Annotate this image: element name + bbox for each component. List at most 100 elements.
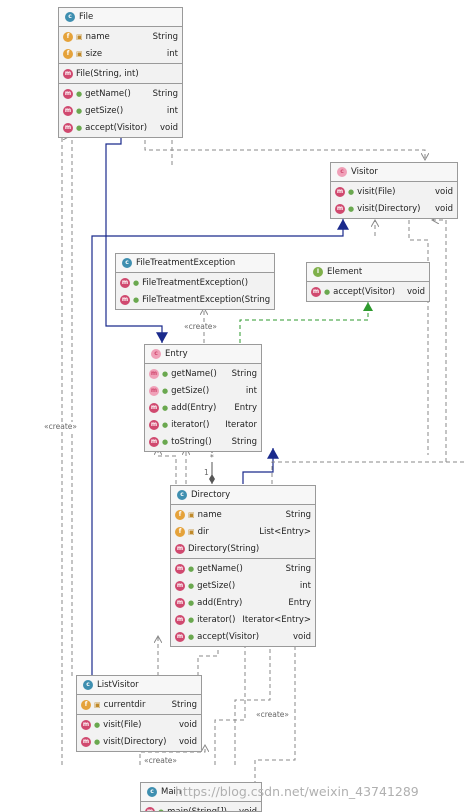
abstract-class-icon: c	[151, 349, 161, 359]
constructor-name: File(String, int)	[76, 66, 178, 82]
method-name: visit(Directory)	[357, 201, 428, 217]
public-icon: ●	[188, 595, 194, 611]
directory-fields: f▣nameString f▣dirList<Entry> mDirectory…	[171, 505, 315, 559]
method-icon: m	[175, 615, 185, 625]
method-type: String	[286, 561, 311, 577]
method-icon: m	[175, 632, 185, 642]
field-row: f▣currentdir String	[77, 696, 201, 713]
field-row: f▣nameString	[59, 28, 182, 45]
private-lock-icon: ▣	[188, 507, 195, 523]
constructor-row: mDirectory(String)	[171, 540, 315, 557]
public-icon: ●	[324, 284, 330, 300]
field-row: f▣dirList<Entry>	[171, 523, 315, 540]
create-label: «create»	[184, 322, 217, 331]
method-type: Entry	[234, 400, 257, 416]
public-icon: ●	[162, 383, 168, 399]
method-type: void	[435, 201, 453, 217]
fte-constructors: m●FileTreatmentException() m●FileTreatme…	[116, 273, 274, 309]
entry-methods: m●getName()String m●getSize()int m●add(E…	[145, 364, 261, 451]
class-directory[interactable]: c Directory f▣nameString f▣dirList<Entry…	[170, 485, 316, 647]
method-icon: m	[145, 807, 155, 812]
method-name: accept(Visitor)	[333, 284, 400, 300]
field-icon: f	[81, 700, 91, 710]
multiplicity-one: 1	[204, 468, 209, 477]
method-icon: m	[175, 581, 185, 591]
private-lock-icon: ▣	[94, 697, 101, 713]
public-icon: ●	[158, 804, 164, 812]
method-name: iterator()	[197, 612, 235, 628]
method-type: void	[179, 734, 197, 750]
class-visitor[interactable]: c Visitor m●visit(File)void m●visit(Dire…	[330, 162, 458, 219]
list-visitor-methods: m●visit(File)void m●visit(Directory)void	[77, 715, 201, 751]
field-type: List<Entry>	[259, 524, 311, 540]
list-visitor-fields: f▣currentdir String	[77, 695, 201, 715]
method-type: Entry	[288, 595, 311, 611]
private-lock-icon: ▣	[76, 46, 83, 62]
method-type: String	[153, 86, 178, 102]
constructor-row: m●FileTreatmentException(String)	[116, 291, 274, 308]
public-icon: ●	[162, 366, 168, 382]
class-entry-name: Entry	[165, 346, 188, 362]
main-methods: m●main(String[]) void	[141, 802, 261, 812]
class-entry[interactable]: c Entry m●getName()String m●getSize()int…	[144, 344, 262, 452]
method-type: String	[232, 366, 257, 382]
field-type: String	[286, 507, 311, 523]
method-type: void	[239, 804, 257, 812]
field-icon: f	[175, 527, 185, 537]
public-icon: ●	[188, 612, 194, 628]
interface-icon: I	[313, 267, 323, 277]
method-icon: m	[175, 564, 185, 574]
constructor-name: FileTreatmentException(String)	[142, 292, 270, 308]
abstract-method-icon: m	[149, 386, 159, 396]
class-fte-header: c FileTreatmentException	[116, 254, 274, 273]
class-file-treatment-exception[interactable]: c FileTreatmentException m●FileTreatment…	[115, 253, 275, 310]
public-icon: ●	[162, 434, 168, 450]
class-file[interactable]: c File f▣nameString f▣sizeint m File(Stri…	[58, 7, 183, 138]
class-element[interactable]: I Element m●accept(Visitor)void	[306, 262, 430, 302]
method-row: m●iterator()Iterator	[145, 416, 261, 433]
method-name: getName()	[171, 366, 225, 382]
field-name: currentdir	[104, 697, 165, 713]
method-row: m●getName()String	[171, 560, 315, 577]
class-icon: c	[147, 787, 157, 797]
method-name: getSize()	[85, 103, 160, 119]
class-element-name: Element	[327, 264, 362, 280]
method-name: visit(File)	[357, 184, 428, 200]
field-type: String	[172, 697, 197, 713]
method-name: getSize()	[171, 383, 239, 399]
class-list-visitor[interactable]: c ListVisitor f▣currentdirString m●visit…	[76, 675, 202, 752]
method-name: add(Entry)	[197, 595, 281, 611]
class-file-name: File	[79, 9, 93, 25]
method-name: toString()	[171, 434, 225, 450]
method-name: visit(File)	[103, 717, 172, 733]
method-row: m●toString()String	[145, 433, 261, 450]
class-visitor-header: c Visitor	[331, 163, 457, 182]
public-icon: ●	[133, 292, 139, 308]
method-type: void	[160, 120, 178, 136]
method-type: int	[300, 578, 311, 594]
method-name: iterator()	[171, 417, 218, 433]
public-icon: ●	[188, 629, 194, 645]
method-row: m●getSize()int	[59, 102, 182, 119]
method-type: void	[179, 717, 197, 733]
class-list-visitor-name: ListVisitor	[97, 677, 139, 693]
method-type: int	[167, 103, 178, 119]
method-icon: m	[120, 295, 130, 305]
field-row: f▣sizeint	[59, 45, 182, 62]
class-icon: c	[83, 680, 93, 690]
public-icon: ●	[162, 400, 168, 416]
field-row: f▣nameString	[171, 506, 315, 523]
class-icon: c	[65, 12, 75, 22]
class-fte-name: FileTreatmentException	[136, 255, 235, 271]
method-type: void	[435, 184, 453, 200]
method-icon: m	[335, 187, 345, 197]
method-name: main(String[])	[167, 804, 232, 812]
method-row: m●visit(File)void	[77, 716, 201, 733]
element-methods: m●accept(Visitor)void	[307, 282, 429, 301]
create-label: «create»	[256, 710, 289, 719]
abstract-class-icon: c	[337, 167, 347, 177]
method-name: getName()	[197, 561, 279, 577]
method-icon: m	[63, 106, 73, 116]
file-fields: f▣nameString f▣sizeint	[59, 27, 182, 64]
method-name: accept(Visitor)	[197, 629, 286, 645]
